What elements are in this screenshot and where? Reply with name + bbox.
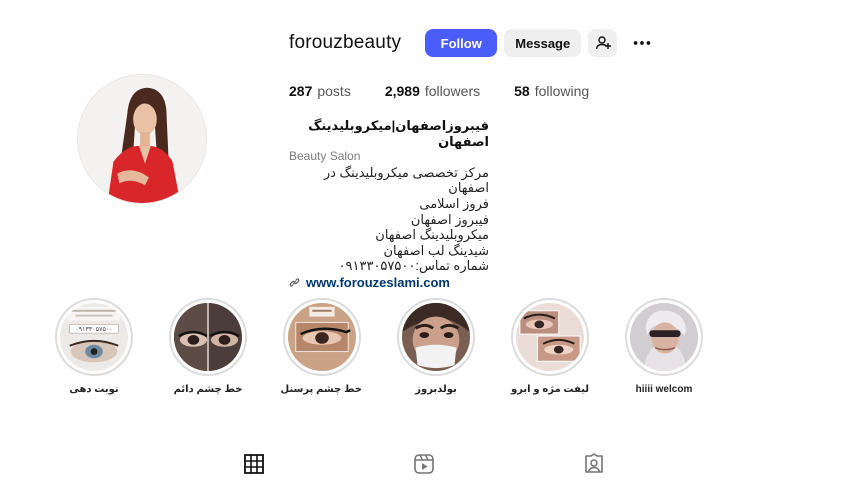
avatar-image [78, 75, 206, 203]
highlight-ring [169, 298, 247, 376]
more-icon [634, 41, 651, 45]
bio-line: فیبروز اصفهان [410, 211, 489, 227]
followers-label: followers [424, 83, 481, 99]
bio-link-text: www.forouzeslami.com [306, 274, 450, 290]
bio-line: شماره تماس:۰۹۱۳۳۰۵۷۵۰۰ [338, 258, 489, 274]
profile-header: forouzbeauty Follow Message [289, 29, 654, 57]
tab-posts[interactable] [243, 453, 265, 475]
following-count[interactable]: 58 following [514, 83, 589, 99]
profile-stats: 287 posts 2,989 followers 58 following [289, 83, 623, 99]
message-button[interactable]: Message [504, 29, 582, 57]
followers-value: 2,989 [384, 83, 420, 99]
bio-name: فیبروزاصفهان|میکروبلیدینگ اصفهان [308, 118, 489, 149]
add-user-icon [595, 36, 611, 50]
tab-tagged[interactable] [583, 453, 605, 475]
link-icon [289, 278, 300, 287]
highlight-label: hiiii welcom [635, 384, 693, 395]
highlight-ring: ۰۹۱۳۳۰۵۷۵۰۰ [55, 298, 133, 376]
grid-icon [244, 454, 264, 474]
highlight-ring [283, 298, 361, 376]
followers-count[interactable]: 2,989 followers [385, 83, 480, 99]
highlight-item[interactable]: hiiii welcom [624, 298, 704, 395]
highlight-item[interactable]: خط چشم دائم [168, 298, 248, 395]
highlight-ring [397, 298, 475, 376]
bio-category: Beauty Salon [289, 149, 361, 164]
bio-line: مرکز تخصصی میکروبلیدینگ در اصفهان [323, 164, 489, 196]
posts-count: 287 posts [289, 83, 351, 99]
highlight-image: ۰۹۱۳۳۰۵۷۵۰۰ [60, 303, 128, 371]
highlight-label: بولدبروز [415, 384, 457, 395]
highlight-item[interactable]: لیفت مژه و ابرو [510, 298, 590, 395]
tagged-icon [585, 453, 603, 473]
suggested-users-button[interactable] [588, 29, 618, 57]
profile-avatar[interactable] [77, 74, 207, 204]
following-value: 58 [514, 83, 530, 99]
bio-line: میکروبلیدینگ اصفهان [375, 227, 489, 243]
highlight-label: خط چشم دائم [173, 384, 243, 395]
highlight-item[interactable]: بولدبروز [396, 298, 476, 395]
highlight-image [288, 303, 356, 371]
highlight-thumb-text: ۰۹۱۳۳۰۵۷۵۰۰ [75, 326, 112, 333]
following-label: following [534, 83, 590, 99]
highlight-item[interactable]: خط چشم پرسنل [280, 298, 362, 395]
highlight-thumbnail [402, 303, 470, 371]
highlight-image [174, 303, 242, 371]
highlight-thumbnail [174, 303, 242, 371]
profile-bio: فیبروزاصفهان|میکروبلیدینگ اصفهان Beauty … [289, 118, 489, 291]
highlight-image [516, 303, 584, 371]
bio-link[interactable]: www.forouzeslami.com [289, 275, 489, 291]
highlight-image [630, 303, 698, 371]
bio-line: شیدینگ لب اصفهان [383, 242, 490, 258]
highlight-thumbnail [288, 303, 356, 371]
highlight-item[interactable]: ۰۹۱۳۳۰۵۷۵۰۰ نوبت دهی [54, 298, 134, 395]
highlight-image [402, 303, 470, 371]
highlight-ring [625, 298, 703, 376]
posts-value: 287 [289, 83, 313, 99]
more-options-button[interactable] [630, 31, 654, 55]
highlight-thumbnail [516, 303, 584, 371]
reels-icon [414, 454, 434, 474]
highlight-thumbnail: ۰۹۱۳۳۰۵۷۵۰۰ [60, 303, 128, 371]
highlight-label: نوبت دهی [69, 384, 119, 395]
highlight-label: خط چشم پرسنل [280, 384, 362, 395]
username: forouzbeauty [289, 32, 402, 53]
follow-button[interactable]: Follow [425, 29, 498, 57]
tab-reels[interactable] [413, 453, 435, 475]
highlight-label: لیفت مژه و ابرو [510, 384, 590, 395]
highlight-thumbnail [630, 303, 698, 371]
highlight-ring [511, 298, 589, 376]
posts-label: posts [317, 83, 351, 99]
bio-line: فروز اسلامی [419, 195, 489, 211]
